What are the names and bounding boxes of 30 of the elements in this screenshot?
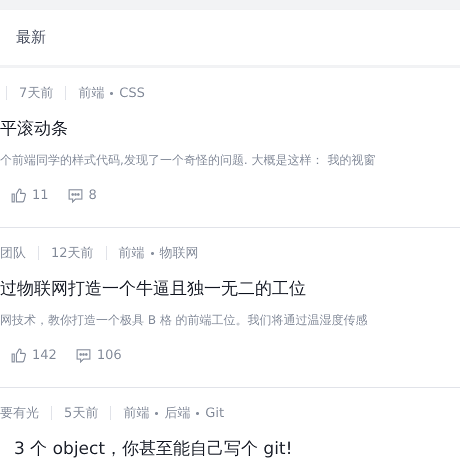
comment-count[interactable]: 8	[88, 188, 97, 203]
post-time: 5天前	[64, 405, 98, 422]
separator-dot	[196, 412, 200, 414]
article-title[interactable]: 平滚动条	[0, 117, 460, 140]
separator-dot	[150, 252, 154, 254]
article-title[interactable]: 过物联网打造一个牛逼且独一无二的工位	[0, 277, 460, 300]
article-abstract: 个前端同学的样式代码,发现了一个奇怪的问题. 大概是这样： 我的视窗	[0, 152, 376, 169]
comment-icon	[66, 187, 84, 204]
tag-link[interactable]: 物联网	[160, 244, 199, 262]
tag-link[interactable]: 前端	[118, 244, 145, 262]
article-abstract: 网技术，教你打造一个极具 B 格 的前端工位。我们将通过温湿度传感	[0, 312, 369, 329]
separator-dot	[110, 92, 114, 94]
article-title[interactable]: 3 个 object，你甚至能自己写个 git!	[14, 437, 460, 460]
tag-link[interactable]: 前端	[78, 84, 104, 102]
thumbs-up-icon	[10, 187, 27, 204]
tab[interactable]: 最新	[16, 28, 46, 47]
tag-link[interactable]: CSS	[119, 86, 145, 100]
author-name[interactable]: 团队	[0, 244, 26, 262]
like-count[interactable]: 11	[32, 188, 49, 203]
author-name[interactable]: 要有光	[0, 404, 39, 422]
post-time: 12天前	[51, 245, 94, 262]
comment-icon	[74, 347, 92, 364]
comment-count[interactable]: 106	[96, 348, 122, 363]
thumbs-up-icon	[10, 347, 27, 364]
separator-dot	[155, 412, 158, 414]
post-time: 7天前	[19, 85, 54, 102]
like-count[interactable]: 142	[32, 348, 57, 363]
tag-link[interactable]: 后端	[164, 404, 190, 422]
tag-link[interactable]: Git	[205, 406, 224, 420]
tag-link[interactable]: 前端	[123, 404, 150, 422]
